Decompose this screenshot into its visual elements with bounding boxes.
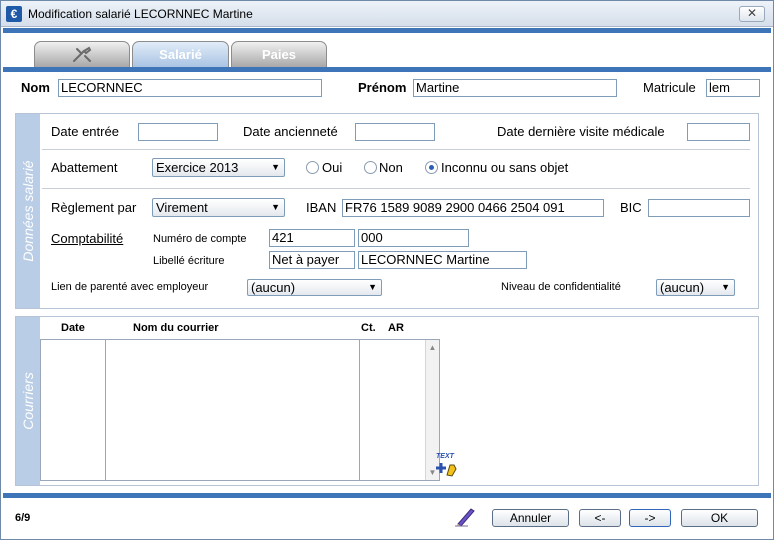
numero-compte-suffix-field[interactable]: 000	[358, 229, 469, 247]
confidentialite-label: Niveau de confidentialité	[501, 281, 621, 293]
radio-oui-label: Oui	[322, 160, 343, 175]
comptabilite-link[interactable]: Comptabilité	[51, 231, 123, 246]
chevron-down-icon: ▼	[271, 162, 280, 172]
tab-paies[interactable]: Paies	[231, 41, 327, 67]
radio-non[interactable]	[364, 161, 377, 174]
dialog-window: € Modification salarié LECORNNEC Martine…	[0, 0, 774, 540]
add-document-icon	[436, 463, 457, 477]
text-icon-label: TEXT	[436, 453, 454, 460]
tab-salarie[interactable]: Salarié	[132, 41, 229, 67]
courriers-title: Courriers	[20, 372, 36, 430]
date-anciennete-field[interactable]	[355, 123, 435, 141]
lien-parente-value: (aucun)	[251, 280, 296, 295]
scroll-up-icon[interactable]: ▲	[426, 343, 439, 352]
donnees-salarie-title: Données salarié	[20, 160, 36, 262]
matricule-field[interactable]: lem	[706, 79, 760, 97]
date-entree-field[interactable]	[138, 123, 218, 141]
date-visite-field[interactable]	[687, 123, 750, 141]
date-visite-label: Date dernière visite médicale	[497, 124, 665, 139]
numero-compte-field[interactable]: 421	[269, 229, 355, 247]
ok-button[interactable]: OK	[681, 509, 758, 527]
previous-button[interactable]: <-	[579, 509, 621, 527]
radio-non-label: Non	[379, 160, 403, 175]
abattement-value: Exercice 2013	[156, 160, 239, 175]
matricule-label: Matricule	[643, 80, 696, 95]
separator	[42, 188, 750, 189]
courriers-section: Courriers Date Nom du courrier Ct. AR ▲ …	[15, 316, 759, 486]
app-icon: €	[6, 6, 22, 22]
courriers-table[interactable]: ▲ ▼	[40, 339, 440, 481]
date-anciennete-label: Date ancienneté	[243, 124, 338, 139]
confidentialite-select[interactable]: (aucun) ▼	[656, 279, 735, 296]
radio-inconnu-label: Inconnu ou sans objet	[441, 160, 569, 175]
prenom-field[interactable]: Martine	[413, 79, 617, 97]
donnees-salarie-section: Données salarié Date entrée Date ancienn…	[15, 113, 759, 309]
prenom-label: Prénom	[358, 80, 407, 95]
courriers-sidebar: Courriers	[16, 317, 40, 485]
libelle-name-field[interactable]: LECORNNEC Martine	[358, 251, 527, 269]
numero-compte-label: Numéro de compte	[153, 233, 247, 245]
reglement-select[interactable]: Virement ▼	[152, 198, 285, 217]
confidentialite-value: (aucun)	[660, 280, 705, 295]
nom-label: Nom	[21, 80, 50, 95]
lien-parente-label: Lien de parenté avec employeur	[51, 281, 209, 293]
nom-field[interactable]: LECORNNEC	[58, 79, 322, 97]
libelle-field[interactable]: Net à payer	[269, 251, 355, 269]
column-header-ar[interactable]: AR	[388, 322, 404, 334]
iban-label: IBAN	[306, 200, 337, 215]
bic-label: BIC	[620, 200, 642, 215]
close-button[interactable]: ✕	[739, 6, 765, 22]
window-title: Modification salarié LECORNNEC Martine	[28, 7, 253, 21]
tools-icon	[73, 46, 92, 62]
tabs-divider	[3, 67, 771, 72]
bic-field[interactable]	[648, 199, 750, 217]
top-divider	[3, 28, 771, 33]
chevron-down-icon: ▼	[721, 282, 730, 292]
column-divider	[359, 340, 360, 480]
tab-tools[interactable]	[34, 41, 130, 67]
abattement-label: Abattement	[51, 160, 118, 175]
new-text-courrier-button[interactable]: TEXT	[435, 453, 459, 477]
footer-divider	[3, 493, 771, 498]
column-header-date[interactable]: Date	[61, 322, 85, 334]
lien-parente-select[interactable]: (aucun) ▼	[247, 279, 382, 296]
next-button[interactable]: ->	[629, 509, 671, 527]
iban-field[interactable]: FR76 1589 9089 2900 0466 2504 091	[342, 199, 604, 217]
title-bar[interactable]: € Modification salarié LECORNNEC Martine…	[1, 1, 773, 27]
abattement-select[interactable]: Exercice 2013 ▼	[152, 158, 285, 177]
page-indicator: 6/9	[15, 512, 31, 524]
separator	[42, 149, 750, 150]
donnees-salarie-sidebar: Données salarié	[16, 114, 40, 308]
chevron-down-icon: ▼	[271, 202, 280, 212]
radio-inconnu[interactable]	[425, 161, 438, 174]
column-header-nom-courrier[interactable]: Nom du courrier	[133, 322, 219, 334]
radio-oui[interactable]	[306, 161, 319, 174]
date-entree-label: Date entrée	[51, 124, 119, 139]
column-header-ct[interactable]: Ct.	[361, 322, 376, 334]
reglement-value: Virement	[156, 200, 208, 215]
annuler-button[interactable]: Annuler	[492, 509, 569, 527]
reglement-label: Règlement par	[51, 200, 137, 215]
edit-pencil-icon[interactable]	[454, 505, 476, 527]
chevron-down-icon: ▼	[368, 282, 377, 292]
libelle-label: Libellé écriture	[153, 255, 225, 267]
column-divider	[105, 340, 106, 480]
